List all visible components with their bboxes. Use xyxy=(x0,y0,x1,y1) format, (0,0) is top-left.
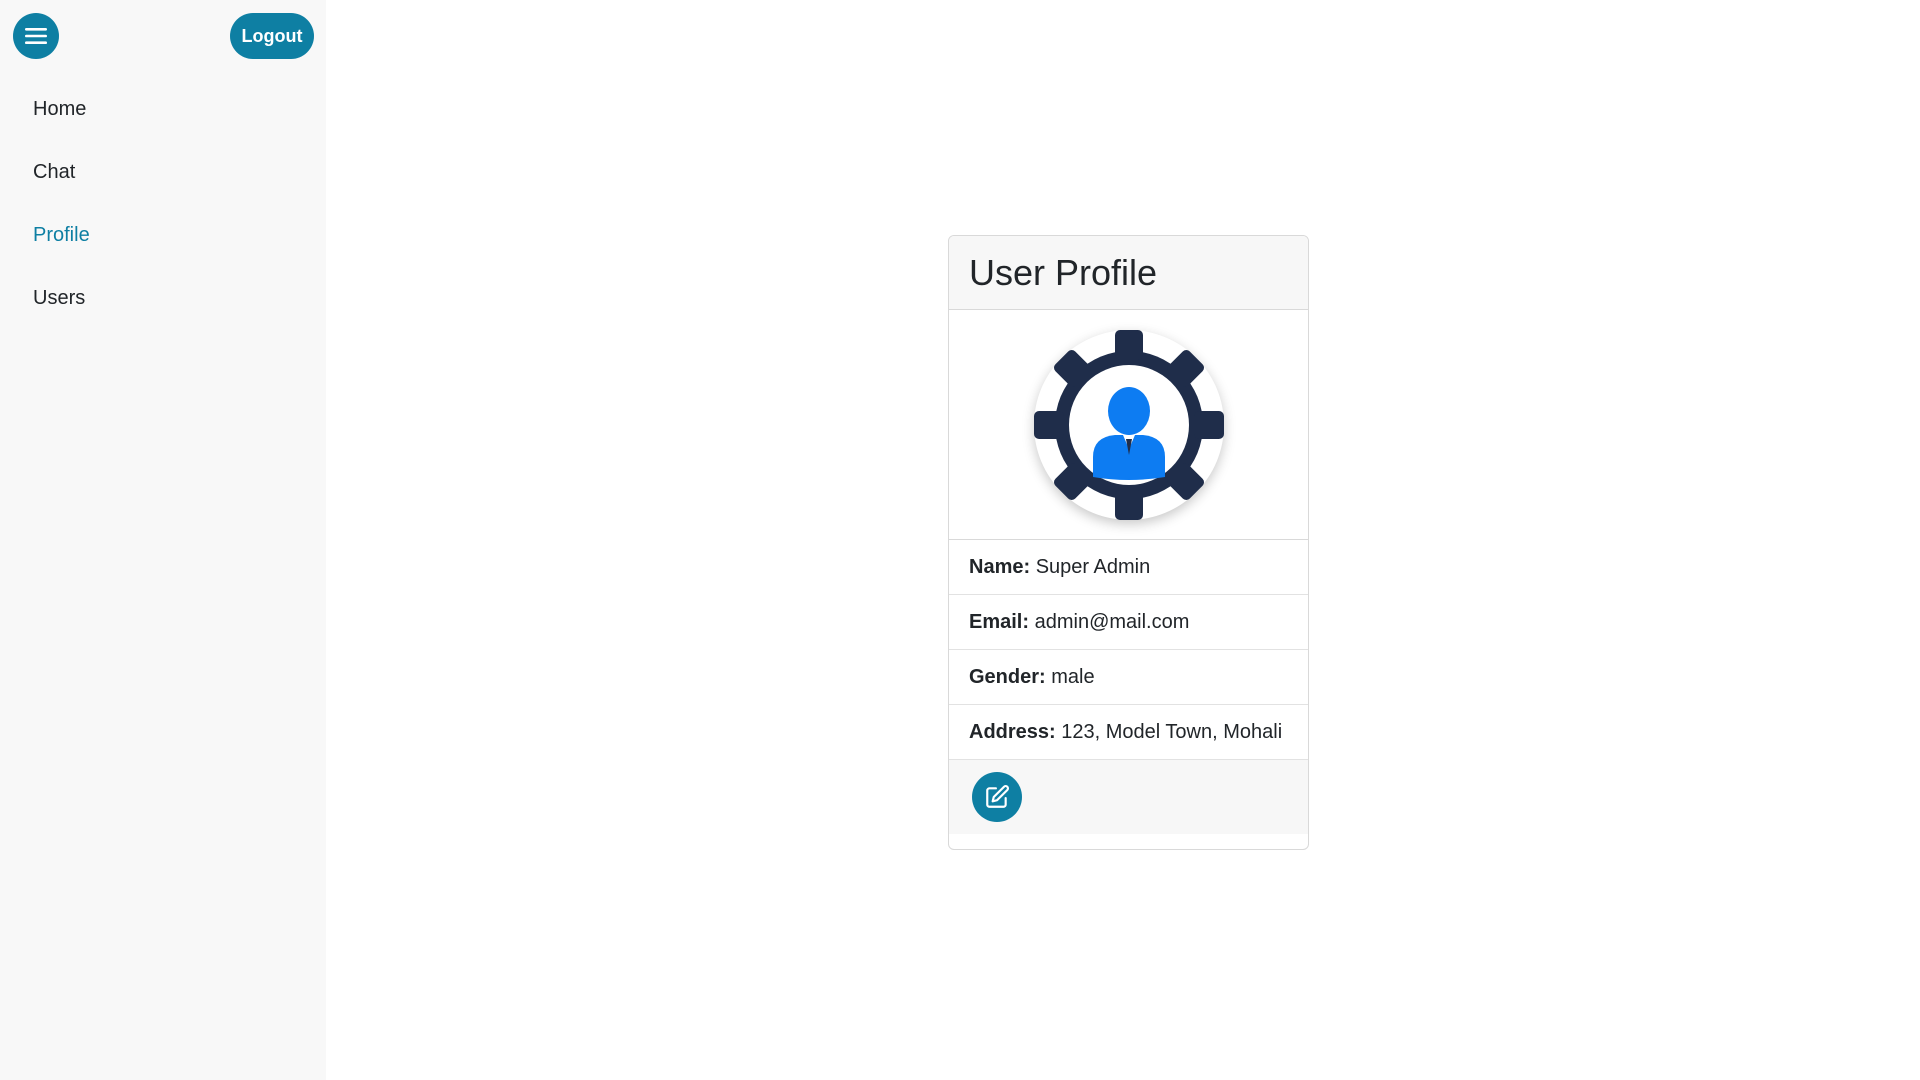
avatar-section xyxy=(949,310,1308,540)
sidebar-link-profile[interactable]: Profile xyxy=(33,224,90,247)
profile-field-address: Address: 123, Model Town, Mohali xyxy=(949,705,1308,760)
sidebar-link-chat[interactable]: Chat xyxy=(33,161,75,184)
field-label: Gender: xyxy=(969,666,1046,688)
sidebar-nav: Home Chat Profile Users xyxy=(33,78,90,330)
edit-icon xyxy=(986,785,1009,808)
sidebar: Logout Home Chat Profile Users xyxy=(0,0,326,1080)
field-value: admin@mail.com xyxy=(1034,611,1190,633)
logout-button[interactable]: Logout xyxy=(230,13,314,59)
field-label: Email: xyxy=(969,611,1030,633)
sidebar-item-home: Home xyxy=(33,78,90,141)
user-gear-icon xyxy=(1033,329,1224,520)
page-title: User Profile xyxy=(969,251,1158,293)
field-value: male xyxy=(1051,666,1095,688)
field-value: Super Admin xyxy=(1035,556,1151,578)
profile-field-gender: Gender: male xyxy=(949,650,1308,705)
avatar xyxy=(1033,329,1224,520)
profile-card-header: User Profile xyxy=(949,236,1308,310)
sidebar-link-home[interactable]: Home xyxy=(33,98,86,121)
sidebar-item-profile: Profile xyxy=(33,204,90,267)
sidebar-link-users[interactable]: Users xyxy=(33,287,85,310)
profile-card: User Profile Name: Super Admin Email: ad… xyxy=(948,235,1309,850)
profile-field-email: Email: admin@mail.com xyxy=(949,595,1308,650)
field-label: Name: xyxy=(969,556,1031,578)
menu-toggle-button[interactable] xyxy=(13,13,59,59)
profile-field-name: Name: Super Admin xyxy=(949,540,1308,595)
hamburger-icon xyxy=(25,28,47,44)
field-label: Address: xyxy=(969,721,1056,743)
sidebar-item-chat: Chat xyxy=(33,141,90,204)
field-value: 123, Model Town, Mohali xyxy=(1061,721,1283,743)
profile-card-footer xyxy=(949,760,1308,834)
sidebar-item-users: Users xyxy=(33,267,90,330)
edit-profile-button[interactable] xyxy=(972,772,1022,822)
